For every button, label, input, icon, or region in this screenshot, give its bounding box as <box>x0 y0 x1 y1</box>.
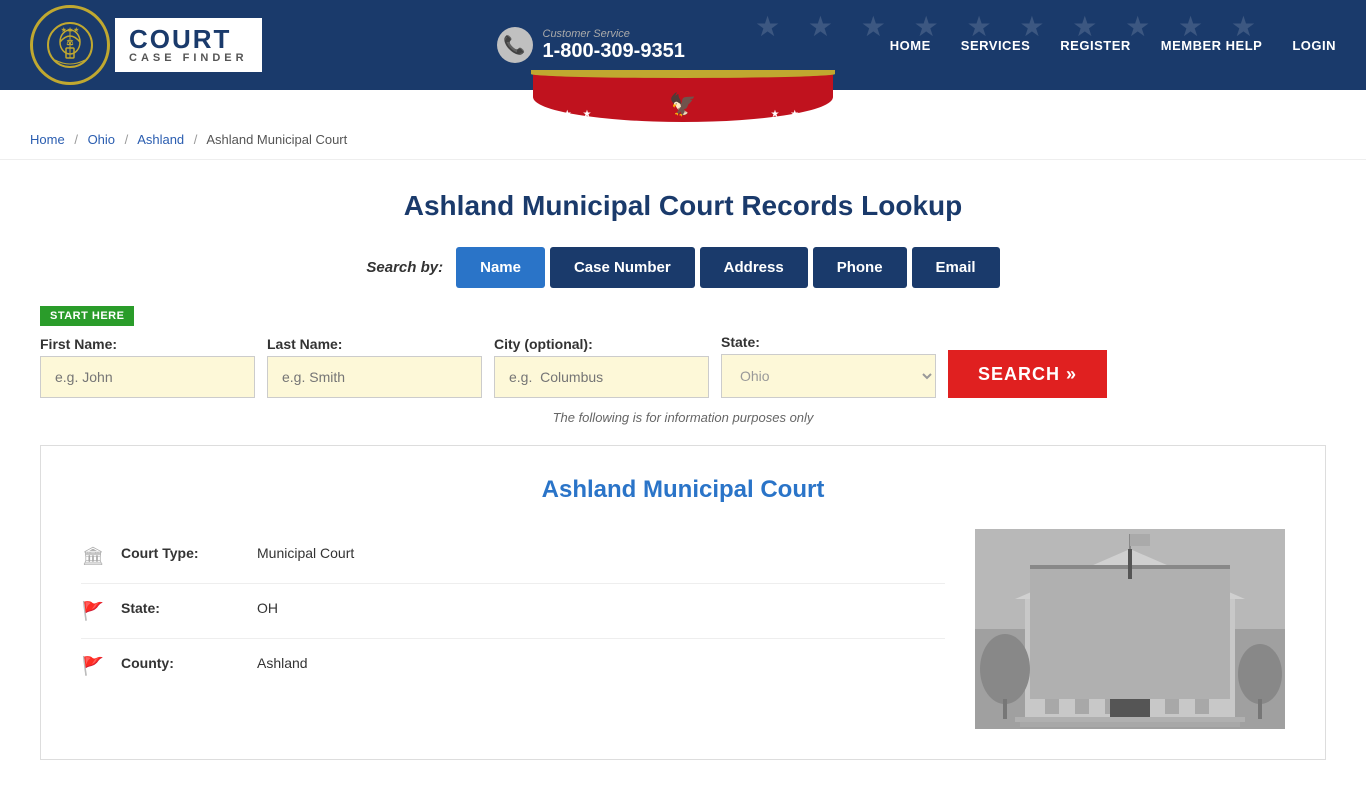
tab-email[interactable]: Email <box>912 247 1000 288</box>
county-icon: 🚩 <box>81 656 105 677</box>
logo-text: COURT CASE FINDER <box>115 18 262 72</box>
nav-register[interactable]: REGISTER <box>1060 38 1130 53</box>
breadcrumb-sep-3: / <box>194 132 198 147</box>
breadcrumb-ohio[interactable]: Ohio <box>88 132 115 147</box>
county-row: 🚩 County: Ashland <box>81 639 945 693</box>
search-form-area: START HERE First Name: Last Name: City (… <box>40 306 1326 398</box>
breadcrumb-sep-1: / <box>74 132 78 147</box>
tab-phone[interactable]: Phone <box>813 247 907 288</box>
phone-number: 1-800-309-9351 <box>543 40 685 63</box>
nav-home[interactable]: HOME <box>890 38 931 53</box>
breadcrumb-home[interactable]: Home <box>30 132 65 147</box>
phone-label: Customer Service <box>543 28 685 40</box>
state-group: State: Ohio Alabama Alaska Arizona Calif… <box>721 334 936 398</box>
court-type-row: 🏛 Court Type: Municipal Court <box>81 529 945 584</box>
logo-court-label: COURT <box>129 26 231 52</box>
state-icon: 🚩 <box>81 601 105 622</box>
main-content: Ashland Municipal Court Records Lookup S… <box>0 160 1366 790</box>
info-note: The following is for information purpose… <box>40 410 1326 425</box>
tab-address[interactable]: Address <box>700 247 808 288</box>
last-name-input[interactable] <box>267 356 482 398</box>
court-image-placeholder <box>975 529 1285 729</box>
ribbon-arc: 🦅 ★ ★ ★ ★ ★ ★ <box>533 72 833 122</box>
last-name-label: Last Name: <box>267 336 482 352</box>
svg-text:★★★: ★★★ <box>61 26 80 34</box>
logo-shield-icon: ⚖ ★★★ <box>30 5 110 85</box>
main-nav: HOME SERVICES REGISTER MEMBER HELP LOGIN <box>890 38 1336 53</box>
court-card: Ashland Municipal Court 🏛 Court Type: Mu… <box>40 445 1326 760</box>
start-here-badge: START HERE <box>40 306 134 326</box>
state-select[interactable]: Ohio Alabama Alaska Arizona California C… <box>721 354 936 398</box>
court-card-title: Ashland Municipal Court <box>81 476 1285 504</box>
phone-area: 📞 Customer Service 1-800-309-9351 <box>497 27 685 63</box>
search-by-row: Search by: Name Case Number Address Phon… <box>40 247 1326 288</box>
court-type-icon: 🏛 <box>81 546 105 567</box>
city-label: City (optional): <box>494 336 709 352</box>
page-title: Ashland Municipal Court Records Lookup <box>40 190 1326 222</box>
phone-text: Customer Service 1-800-309-9351 <box>543 28 685 63</box>
city-group: City (optional): <box>494 336 709 398</box>
breadcrumb-current: Ashland Municipal Court <box>206 132 347 147</box>
court-info-details: 🏛 Court Type: Municipal Court 🚩 State: O… <box>81 529 945 729</box>
logo-area: ⚖ ★★★ COURT CASE FINDER <box>30 5 262 85</box>
county-value: Ashland <box>257 655 308 671</box>
search-by-label: Search by: <box>366 259 443 276</box>
logo-case-finder-label: CASE FINDER <box>129 52 248 64</box>
state-value: OH <box>257 600 278 616</box>
breadcrumb: Home / Ohio / Ashland / Ashland Municipa… <box>0 120 1366 160</box>
tab-case-number[interactable]: Case Number <box>550 247 695 288</box>
city-input[interactable] <box>494 356 709 398</box>
last-name-group: Last Name: <box>267 336 482 398</box>
county-key: County: <box>121 655 241 671</box>
search-form-row: First Name: Last Name: City (optional): … <box>40 334 1326 398</box>
court-image <box>975 529 1285 729</box>
nav-services[interactable]: SERVICES <box>961 38 1031 53</box>
breadcrumb-sep-2: / <box>125 132 129 147</box>
first-name-input[interactable] <box>40 356 255 398</box>
state-row: 🚩 State: OH <box>81 584 945 639</box>
breadcrumb-ashland[interactable]: Ashland <box>137 132 184 147</box>
first-name-label: First Name: <box>40 336 255 352</box>
banner-ribbon: 🦅 ★ ★ ★ ★ ★ ★ <box>0 90 1366 120</box>
state-key: State: <box>121 600 241 616</box>
court-info-layout: 🏛 Court Type: Municipal Court 🚩 State: O… <box>81 529 1285 729</box>
eagle-icon: 🦅 <box>669 92 696 118</box>
svg-text:⚖: ⚖ <box>66 38 73 47</box>
court-type-key: Court Type: <box>121 545 241 561</box>
first-name-group: First Name: <box>40 336 255 398</box>
nav-login[interactable]: LOGIN <box>1292 38 1336 53</box>
nav-member-help[interactable]: MEMBER HELP <box>1161 38 1263 53</box>
court-type-value: Municipal Court <box>257 545 354 561</box>
tab-name[interactable]: Name <box>456 247 545 288</box>
state-label: State: <box>721 334 936 350</box>
phone-icon: 📞 <box>497 27 533 63</box>
search-button[interactable]: SEARCH » <box>948 350 1107 398</box>
